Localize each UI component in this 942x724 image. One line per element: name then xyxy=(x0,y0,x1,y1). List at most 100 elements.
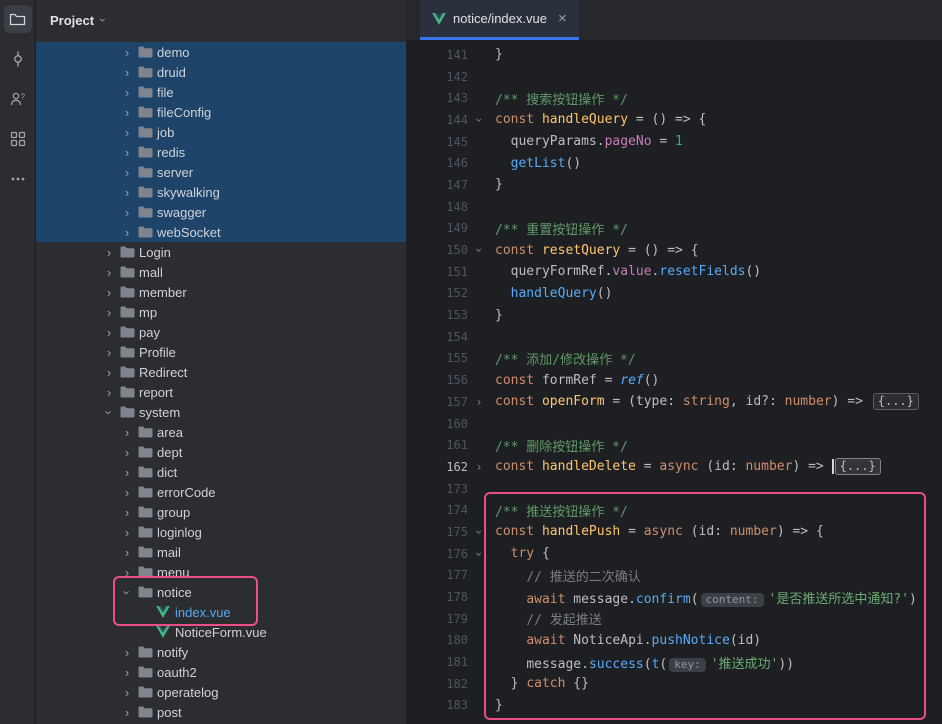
chevron-icon[interactable]: › xyxy=(118,505,136,520)
tree-item-Login[interactable]: ›Login xyxy=(36,242,406,262)
chevron-icon[interactable]: › xyxy=(100,305,118,320)
more-button[interactable] xyxy=(4,165,32,193)
tree-item-demo[interactable]: ›demo xyxy=(36,42,406,62)
code-line-177[interactable]: 177 // 推送的二次确认 xyxy=(406,565,942,587)
tree-item-file[interactable]: ›file xyxy=(36,82,406,102)
code-line-179[interactable]: 179 // 发起推送 xyxy=(406,608,942,630)
tree-item-report[interactable]: ›report xyxy=(36,382,406,402)
tree-item-operatelog[interactable]: ›operatelog xyxy=(36,682,406,702)
project-panel-header[interactable]: Project › xyxy=(36,0,406,40)
code-line-174[interactable]: 174/** 推送按钮操作 */ xyxy=(406,499,942,521)
tree-item-system[interactable]: ›system xyxy=(36,402,406,422)
chevron-icon[interactable]: › xyxy=(120,583,135,601)
tree-item-skywalking[interactable]: ›skywalking xyxy=(36,182,406,202)
chevron-icon[interactable]: › xyxy=(118,645,136,660)
tree-item-errorCode[interactable]: ›errorCode xyxy=(36,482,406,502)
code-line-162[interactable]: 162›const handleDelete = async (id: numb… xyxy=(406,456,942,478)
tree-item-Redirect[interactable]: ›Redirect xyxy=(36,362,406,382)
code-line-152[interactable]: 152 handleQuery() xyxy=(406,283,942,305)
chevron-icon[interactable]: › xyxy=(118,485,136,500)
tree-item-NoticeForm.vue[interactable]: ›NoticeForm.vue xyxy=(36,622,406,642)
fold-marker[interactable]: › xyxy=(472,109,486,131)
code-line-161[interactable]: 161/** 删除按钮操作 */ xyxy=(406,434,942,456)
code-line-153[interactable]: 153} xyxy=(406,304,942,326)
code-line-182[interactable]: 182 } catch {} xyxy=(406,673,942,695)
fold-marker[interactable]: › xyxy=(472,521,486,543)
code-line-154[interactable]: 154 xyxy=(406,326,942,348)
code-editor[interactable]: 141}142143/** 搜索按钮操作 */144›const handleQ… xyxy=(406,40,942,724)
chevron-icon[interactable]: › xyxy=(100,365,118,380)
code-line-180[interactable]: 180 await NoticeApi.pushNotice(id) xyxy=(406,630,942,652)
chevron-icon[interactable]: › xyxy=(118,445,136,460)
tree-item-mall[interactable]: ›mall xyxy=(36,262,406,282)
tree-item-notify[interactable]: ›notify xyxy=(36,642,406,662)
code-line-143[interactable]: 143/** 搜索按钮操作 */ xyxy=(406,87,942,109)
tree-item-mail[interactable]: ›mail xyxy=(36,542,406,562)
chevron-icon[interactable]: › xyxy=(118,425,136,440)
code-line-157[interactable]: 157›const openForm = (type: string, id?:… xyxy=(406,391,942,413)
tree-item-swagger[interactable]: ›swagger xyxy=(36,202,406,222)
code-line-173[interactable]: 173 xyxy=(406,478,942,500)
code-line-176[interactable]: 176› try { xyxy=(406,543,942,565)
tree-item-post[interactable]: ›post xyxy=(36,702,406,722)
chevron-icon[interactable]: › xyxy=(118,685,136,700)
fold-marker[interactable]: › xyxy=(468,395,490,409)
fold-marker[interactable]: › xyxy=(472,239,486,261)
chevron-icon[interactable]: › xyxy=(118,705,136,720)
chevron-icon[interactable]: › xyxy=(118,465,136,480)
chevron-icon[interactable]: › xyxy=(118,85,136,100)
tree-item-area[interactable]: ›area xyxy=(36,422,406,442)
code-line-156[interactable]: 156const formRef = ref() xyxy=(406,369,942,391)
tree-item-fileConfig[interactable]: ›fileConfig xyxy=(36,102,406,122)
code-line-178[interactable]: 178 await message.confirm(content:'是否推送所… xyxy=(406,586,942,608)
code-line-147[interactable]: 147} xyxy=(406,174,942,196)
tree-item-server[interactable]: ›server xyxy=(36,162,406,182)
chevron-icon[interactable]: › xyxy=(118,105,136,120)
tree-item-member[interactable]: ›member xyxy=(36,282,406,302)
chevron-icon[interactable]: › xyxy=(118,165,136,180)
tree-item-dept[interactable]: ›dept xyxy=(36,442,406,462)
code-line-146[interactable]: 146 getList() xyxy=(406,152,942,174)
chevron-icon[interactable]: › xyxy=(100,285,118,300)
fold-marker[interactable]: › xyxy=(472,543,486,565)
chevron-icon[interactable]: › xyxy=(118,125,136,140)
code-line-151[interactable]: 151 queryFormRef.value.resetFields() xyxy=(406,261,942,283)
code-line-141[interactable]: 141} xyxy=(406,44,942,66)
code-line-150[interactable]: 150›const resetQuery = () => { xyxy=(406,239,942,261)
code-line-142[interactable]: 142 xyxy=(406,66,942,88)
chevron-icon[interactable]: › xyxy=(118,185,136,200)
tree-item-oauth2[interactable]: ›oauth2 xyxy=(36,662,406,682)
close-icon[interactable]: × xyxy=(558,10,567,27)
chevron-icon[interactable]: › xyxy=(100,245,118,260)
tree-item-notice[interactable]: ›notice xyxy=(36,582,406,602)
chevron-icon[interactable]: › xyxy=(118,545,136,560)
tree-item-group[interactable]: ›group xyxy=(36,502,406,522)
chevron-icon[interactable]: › xyxy=(100,325,118,340)
tree-item-menu[interactable]: ›menu xyxy=(36,562,406,582)
chevron-icon[interactable]: › xyxy=(118,665,136,680)
chevron-icon[interactable]: › xyxy=(118,145,136,160)
code-line-160[interactable]: 160 xyxy=(406,413,942,435)
code-line-181[interactable]: 181 message.success(t(key:'推送成功')) xyxy=(406,651,942,673)
chevron-icon[interactable]: › xyxy=(118,525,136,540)
tree-item-loginlog[interactable]: ›loginlog xyxy=(36,522,406,542)
chevron-icon[interactable]: › xyxy=(100,265,118,280)
code-line-183[interactable]: 183} xyxy=(406,695,942,717)
code-line-144[interactable]: 144›const handleQuery = () => { xyxy=(406,109,942,131)
tree-item-job[interactable]: ›job xyxy=(36,122,406,142)
tree-item-index.vue[interactable]: ›index.vue xyxy=(36,602,406,622)
tree-item-pay[interactable]: ›pay xyxy=(36,322,406,342)
chevron-icon[interactable]: › xyxy=(118,65,136,80)
fold-marker[interactable]: › xyxy=(468,460,490,474)
chevron-icon[interactable]: › xyxy=(100,345,118,360)
chevron-icon[interactable]: › xyxy=(102,403,117,421)
pull-requests-button[interactable]: ? xyxy=(4,85,32,113)
tree-item-dict[interactable]: ›dict xyxy=(36,462,406,482)
chevron-icon[interactable]: › xyxy=(100,385,118,400)
code-line-155[interactable]: 155/** 添加/修改操作 */ xyxy=(406,348,942,370)
chevron-icon[interactable]: › xyxy=(118,565,136,580)
project-button[interactable] xyxy=(4,5,32,33)
commit-button[interactable] xyxy=(4,45,32,73)
tree-item-druid[interactable]: ›druid xyxy=(36,62,406,82)
chevron-icon[interactable]: › xyxy=(118,225,136,240)
